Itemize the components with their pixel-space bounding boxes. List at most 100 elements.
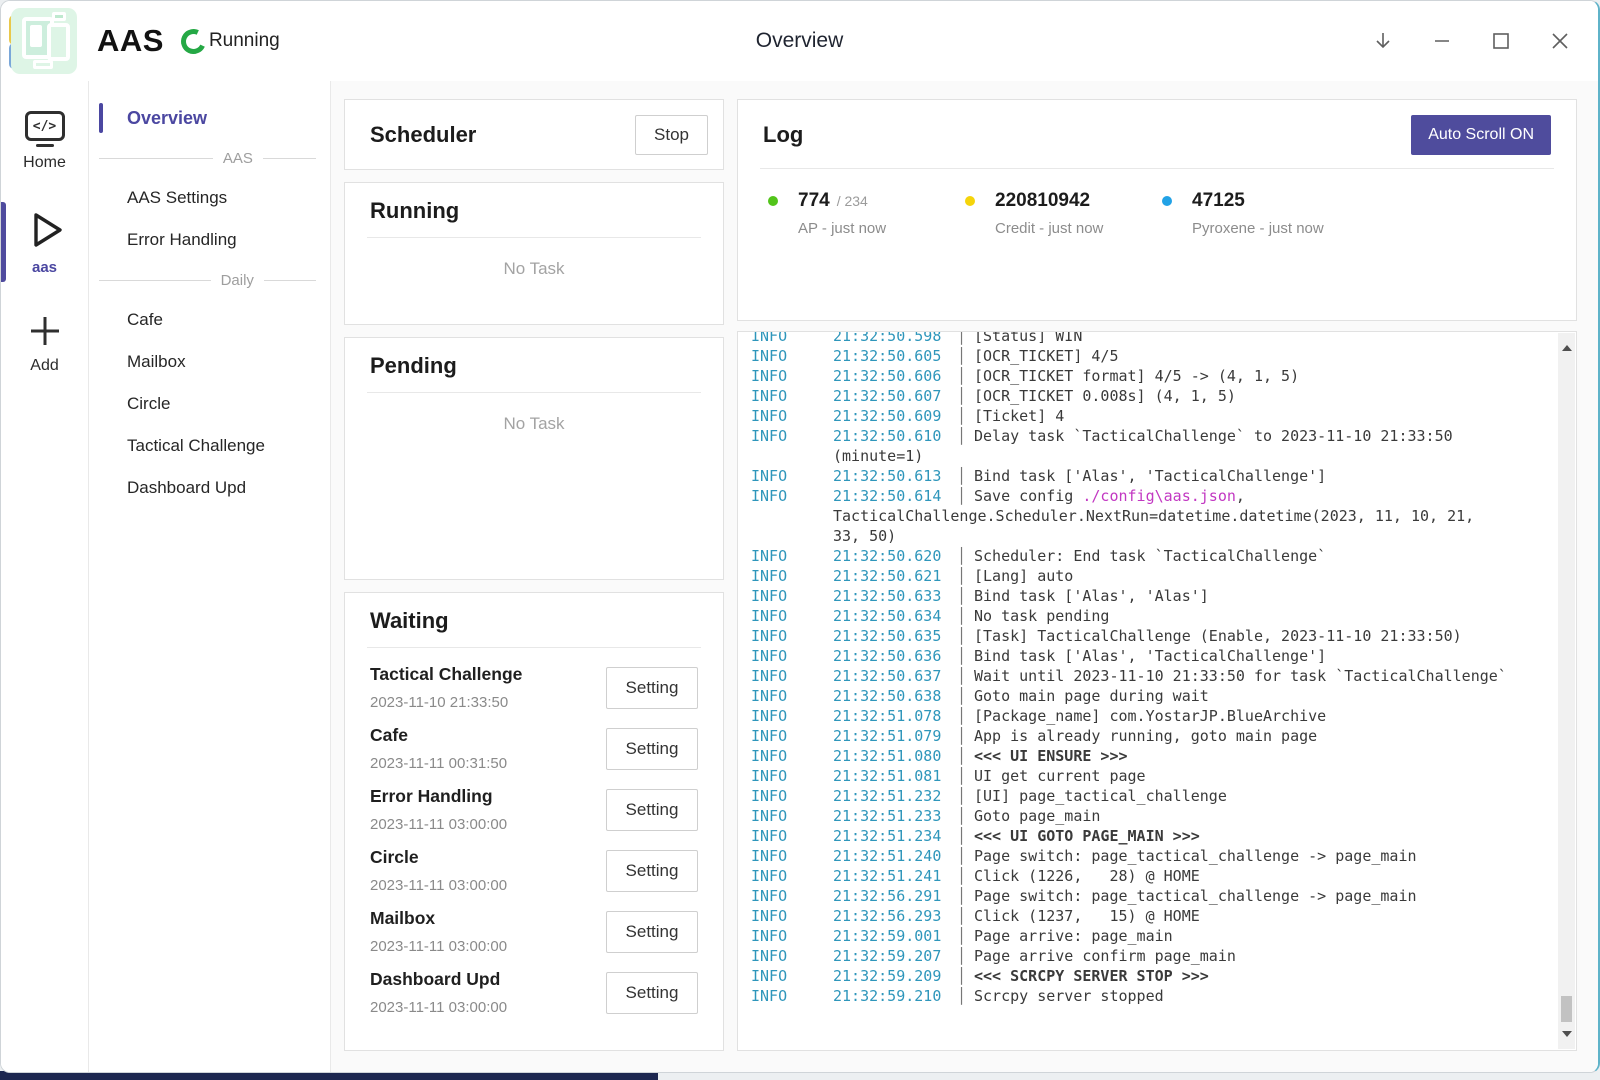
log-time: 21:32:50.634 <box>833 606 957 626</box>
nav-item-tactical-challenge[interactable]: Tactical Challenge <box>89 425 330 467</box>
log-line: INFO21:32:59.210│Scrcpy server stopped <box>751 986 1556 1006</box>
waiting-task-error-handling: Error Handling2023-11-11 03:00:00 Setting <box>370 779 698 840</box>
auto-scroll-button[interactable]: Auto Scroll ON <box>1411 115 1551 155</box>
log-level <box>751 446 833 466</box>
log-line: INFO21:32:51.234│<<< UI GOTO PAGE_MAIN >… <box>751 826 1556 846</box>
nav-item-mailbox[interactable]: Mailbox <box>89 341 330 383</box>
task-next-run: 2023-11-11 03:00:00 <box>370 999 507 1016</box>
task-name: Tactical Challenge <box>370 664 522 685</box>
nav-item-overview[interactable]: Overview <box>89 97 330 139</box>
log-line: INFO21:32:51.233│Goto page_main <box>751 806 1556 826</box>
log-separator: │ <box>957 846 974 866</box>
log-message: Page arrive confirm page_main <box>974 946 1236 966</box>
task-setting-button[interactable]: Setting <box>606 850 698 892</box>
log-time: 21:32:50.607 <box>833 386 957 406</box>
log-separator: │ <box>957 706 974 726</box>
log-line: INFO21:32:51.078│[Package_name] com.Yost… <box>751 706 1556 726</box>
pending-empty-text: No Task <box>345 414 723 434</box>
minimize-icon[interactable] <box>1430 29 1454 53</box>
log-separator: │ <box>957 886 974 906</box>
rail-item-aas[interactable]: aas <box>1 200 88 284</box>
nav-item-label: Cafe <box>127 310 163 330</box>
log-time: 21:32:56.293 <box>833 906 957 926</box>
log-line: INFO21:32:50.638│Goto main page during w… <box>751 686 1556 706</box>
log-line: INFO21:32:59.207│Page arrive confirm pag… <box>751 946 1556 966</box>
log-level: INFO <box>751 786 833 806</box>
rail-item-home[interactable]: </> Home <box>1 103 88 180</box>
log-line-continuation: TacticalChallenge.Scheduler.NextRun=date… <box>751 506 1556 526</box>
log-level: INFO <box>751 486 833 506</box>
log-time: 21:32:51.240 <box>833 846 957 866</box>
app-logo-icon <box>11 8 77 74</box>
log-time: 21:32:51.080 <box>833 746 957 766</box>
stat-label: Pyroxene - just now <box>1192 220 1359 237</box>
log-separator: │ <box>957 866 974 886</box>
nav-item-error-handling[interactable]: Error Handling <box>89 219 330 261</box>
plus-icon <box>26 312 64 350</box>
log-line: INFO21:32:59.209│<<< SCRCPY SERVER STOP … <box>751 966 1556 986</box>
log-line: INFO21:32:51.080│<<< UI ENSURE >>> <box>751 746 1556 766</box>
stat-label: AP - just now <box>798 220 965 237</box>
log-line: INFO21:32:50.634│No task pending <box>751 606 1556 626</box>
log-line: INFO21:32:50.621│[Lang] auto <box>751 566 1556 586</box>
task-setting-button[interactable]: Setting <box>606 972 698 1014</box>
scrollbar-up-arrow-icon[interactable] <box>1558 341 1575 355</box>
page-title: Overview <box>756 29 844 53</box>
log-time: 21:32:51.232 <box>833 786 957 806</box>
log-level: INFO <box>751 886 833 906</box>
log-message: Wait until 2023-11-10 21:33:50 for task … <box>974 666 1507 686</box>
log-message: [OCR_TICKET] 4/5 <box>974 346 1119 366</box>
log-message: Bind task ['Alas', 'TacticalChallenge'] <box>974 646 1326 666</box>
task-setting-button[interactable]: Setting <box>606 667 698 709</box>
log-time: 21:32:50.605 <box>833 346 957 366</box>
nav-item-label: AAS Settings <box>127 188 227 208</box>
log-separator: │ <box>957 366 974 386</box>
log-message: Click (1237, 15) @ HOME <box>974 906 1200 926</box>
task-info: Error Handling2023-11-11 03:00:00 <box>370 786 507 833</box>
log-separator: │ <box>957 626 974 646</box>
log-separator: │ <box>957 986 974 1006</box>
nav-item-dashboard-upd[interactable]: Dashboard Upd <box>89 467 330 509</box>
waiting-task-tactical-challenge: Tactical Challenge2023-11-10 21:33:50Set… <box>370 657 698 718</box>
task-setting-button[interactable]: Setting <box>606 911 698 953</box>
arrow-down-icon[interactable] <box>1371 29 1395 53</box>
task-name: Circle <box>370 847 507 868</box>
close-icon[interactable] <box>1548 29 1572 53</box>
log-level: INFO <box>751 366 833 386</box>
log-separator: │ <box>957 426 974 446</box>
log-level: INFO <box>751 726 833 746</box>
log-line: INFO21:32:50.609│[Ticket] 4 <box>751 406 1556 426</box>
maximize-icon[interactable] <box>1489 29 1513 53</box>
log-level: INFO <box>751 406 833 426</box>
log-message: [Lang] auto <box>974 566 1073 586</box>
log-separator: │ <box>957 606 974 626</box>
log-level: INFO <box>751 386 833 406</box>
log-level <box>751 506 833 526</box>
nav-divider-label: Daily <box>221 272 254 289</box>
scrollbar-down-arrow-icon[interactable] <box>1558 1027 1575 1041</box>
log-line: INFO21:32:50.606│[OCR_TICKET format] 4/5… <box>751 366 1556 386</box>
log-level: INFO <box>751 686 833 706</box>
log-message: Click (1226, 28) @ HOME <box>974 866 1200 886</box>
stat-value: 774 <box>798 190 830 212</box>
nav-item-aas-settings[interactable]: AAS Settings <box>89 177 330 219</box>
log-message: UI get current page <box>974 766 1146 786</box>
log-message: [UI] page_tactical_challenge <box>974 786 1227 806</box>
task-setting-button[interactable]: Setting <box>606 728 698 770</box>
task-setting-button[interactable]: Setting <box>606 789 698 831</box>
stat-dot-icon <box>1162 196 1172 206</box>
log-line: INFO21:32:50.607│[OCR_TICKET 0.008s] (4,… <box>751 386 1556 406</box>
task-next-run: 2023-11-11 03:00:00 <box>370 938 507 955</box>
stop-button[interactable]: Stop <box>635 115 708 155</box>
log-message: Page switch: page_tactical_challenge -> … <box>974 846 1417 866</box>
log-time: 21:32:50.614 <box>833 486 957 506</box>
scrollbar-thumb[interactable] <box>1561 996 1572 1022</box>
waiting-task-mailbox: Mailbox2023-11-11 03:00:00Setting <box>370 901 698 962</box>
nav-item-cafe[interactable]: Cafe <box>89 299 330 341</box>
log-level: INFO <box>751 706 833 726</box>
log-scrollbar[interactable] <box>1558 333 1575 1049</box>
rail-item-add[interactable]: Add <box>1 304 88 383</box>
log-line: INFO21:32:50.605│[OCR_TICKET] 4/5 <box>751 346 1556 366</box>
nav-item-circle[interactable]: Circle <box>89 383 330 425</box>
log-line: INFO21:32:51.079│App is already running,… <box>751 726 1556 746</box>
